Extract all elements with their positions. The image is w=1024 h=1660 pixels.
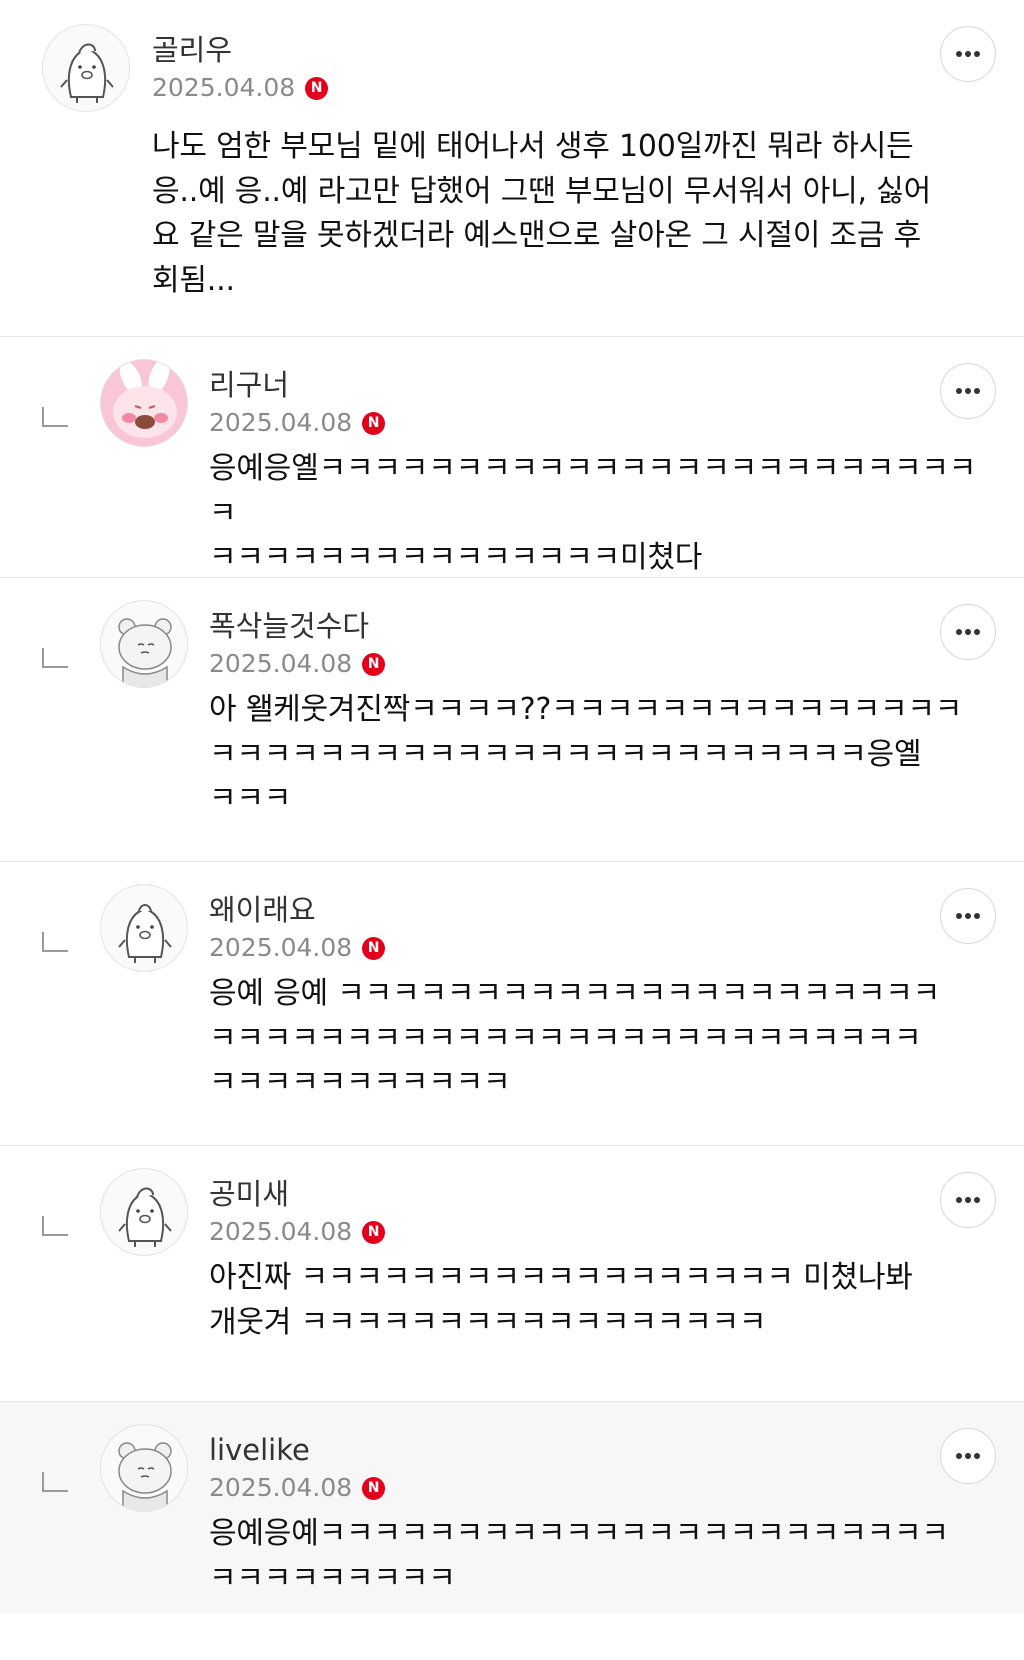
comment-list: 골리우 2025.04.08 N 나도 엄한 부모님 밑에 태어나서 생후 10… (0, 0, 1024, 1614)
comment-text: 응예 응예 ㅋㅋㅋㅋㅋㅋㅋㅋㅋㅋㅋㅋㅋㅋㅋㅋㅋㅋㅋㅋㅋㅋ ㅋㅋㅋㅋㅋㅋㅋㅋㅋㅋㅋ… (209, 976, 941, 1100)
comment-meta: 폭삭늘것수다 2025.04.08 N (209, 608, 386, 680)
penguin-avatar-icon[interactable] (100, 884, 188, 972)
new-badge: N (362, 652, 386, 676)
more-options-button[interactable] (940, 363, 996, 419)
comment-text: 아 왤케웃겨진짝ㅋㅋㅋㅋ??ㅋㅋㅋㅋㅋㅋㅋㅋㅋㅋㅋㅋㅋㅋㅋ ㅋㅋㅋㅋㅋㅋㅋㅋㅋㅋ… (209, 692, 963, 816)
comment-text: 나도 엄한 부모님 밑에 태어나서 생후 100일까진 뭐라 하시든 응..예 … (152, 129, 931, 298)
reply-indicator-icon (42, 648, 68, 668)
bear-avatar-icon[interactable] (100, 1424, 188, 1512)
nickname[interactable]: 공미새 (209, 1176, 385, 1212)
reply-comment: 폭삭늘것수다 2025.04.08 N 아 왤케웃겨진짝ㅋㅋㅋㅋ??ㅋㅋㅋㅋㅋㅋ… (0, 578, 1024, 862)
new-badge: N (362, 411, 386, 435)
new-badge: N (305, 76, 329, 100)
more-options-button[interactable] (940, 1428, 996, 1484)
new-badge: N (362, 1476, 386, 1500)
comment-text: 응예응옐ㅋㅋㅋㅋㅋㅋㅋㅋㅋㅋㅋㅋㅋㅋㅋㅋㅋㅋㅋㅋㅋㅋㅋㅋㅋ ㅋㅋㅋㅋㅋㅋㅋㅋㅋㅋ… (209, 451, 977, 575)
comment-meta: 공미새 2025.04.08 N (209, 1176, 386, 1248)
pink-bunny-avatar-icon[interactable] (100, 359, 188, 447)
comment-meta: 리구너 2025.04.08 N (209, 367, 386, 439)
comment-meta: 골리우 2025.04.08 N (152, 32, 329, 104)
more-options-icon (956, 388, 980, 394)
reply-indicator-icon (42, 407, 68, 427)
more-options-icon (956, 51, 980, 57)
reply-indicator-icon (42, 932, 68, 952)
more-options-button[interactable] (940, 26, 996, 82)
comment-date: 2025.04.08 (152, 73, 296, 102)
penguin-avatar-icon[interactable] (100, 1168, 188, 1256)
comment-date: 2025.04.08 (209, 408, 353, 437)
reply-indicator-icon (42, 1472, 68, 1492)
nickname[interactable]: 골리우 (152, 32, 328, 68)
nickname[interactable]: livelike (209, 1432, 385, 1468)
new-badge: N (362, 936, 386, 960)
comment-date-row: 2025.04.08 N (152, 72, 329, 104)
comment-date: 2025.04.08 (209, 649, 353, 678)
nickname[interactable]: 폭삭늘것수다 (209, 608, 385, 644)
reply-indicator-icon (42, 1216, 68, 1236)
nickname[interactable]: 왜이래요 (209, 892, 385, 928)
more-options-icon (956, 1197, 980, 1203)
more-options-button[interactable] (940, 888, 996, 944)
comment-date: 2025.04.08 (209, 1473, 353, 1502)
reply-comment: livelike 2025.04.08 N 응예응예ㅋㅋㅋㅋㅋㅋㅋㅋㅋㅋㅋㅋㅋㅋ… (0, 1402, 1024, 1614)
more-options-icon (956, 913, 980, 919)
nickname[interactable]: 리구너 (209, 367, 385, 403)
comment-date-row: 2025.04.08 N (209, 1216, 386, 1248)
reply-comment: 리구너 2025.04.08 N 응예응옐ㅋㅋㅋㅋㅋㅋㅋㅋㅋㅋㅋㅋㅋㅋㅋㅋㅋㅋㅋ… (0, 337, 1024, 578)
comment-text: 아진짜 ㅋㅋㅋㅋㅋㅋㅋㅋㅋㅋㅋㅋㅋㅋㅋㅋㅋㅋ 미쳤나봐 개웃겨 ㅋㅋㅋㅋㅋㅋㅋㅋ… (209, 1260, 913, 1340)
comment-text: 응예응예ㅋㅋㅋㅋㅋㅋㅋㅋㅋㅋㅋㅋㅋㅋㅋㅋㅋㅋㅋㅋㅋㅋㅋ ㅋㅋㅋㅋㅋㅋㅋㅋㅋ (209, 1516, 949, 1596)
reply-comment: 공미새 2025.04.08 N 아진짜 ㅋㅋㅋㅋㅋㅋㅋㅋㅋㅋㅋㅋㅋㅋㅋㅋㅋㅋ … (0, 1146, 1024, 1402)
comment-meta: livelike 2025.04.08 N (209, 1432, 386, 1504)
comment-date-row: 2025.04.08 N (209, 932, 386, 964)
comment-date-row: 2025.04.08 N (209, 407, 386, 439)
more-options-icon (956, 629, 980, 635)
comment: 골리우 2025.04.08 N 나도 엄한 부모님 밑에 태어나서 생후 10… (0, 0, 1024, 337)
reply-comment: 왜이래요 2025.04.08 N 응예 응예 ㅋㅋㅋㅋㅋㅋㅋㅋㅋㅋㅋㅋㅋㅋㅋㅋ… (0, 862, 1024, 1146)
comment-meta: 왜이래요 2025.04.08 N (209, 892, 386, 964)
comment-date-row: 2025.04.08 N (209, 648, 386, 680)
comment-date: 2025.04.08 (209, 933, 353, 962)
bear-avatar-icon[interactable] (100, 600, 188, 688)
more-options-icon (956, 1453, 980, 1459)
comment-date-row: 2025.04.08 N (209, 1472, 386, 1504)
penguin-avatar-icon[interactable] (42, 24, 130, 112)
new-badge: N (362, 1220, 386, 1244)
more-options-button[interactable] (940, 604, 996, 660)
comment-date: 2025.04.08 (209, 1217, 353, 1246)
more-options-button[interactable] (940, 1172, 996, 1228)
